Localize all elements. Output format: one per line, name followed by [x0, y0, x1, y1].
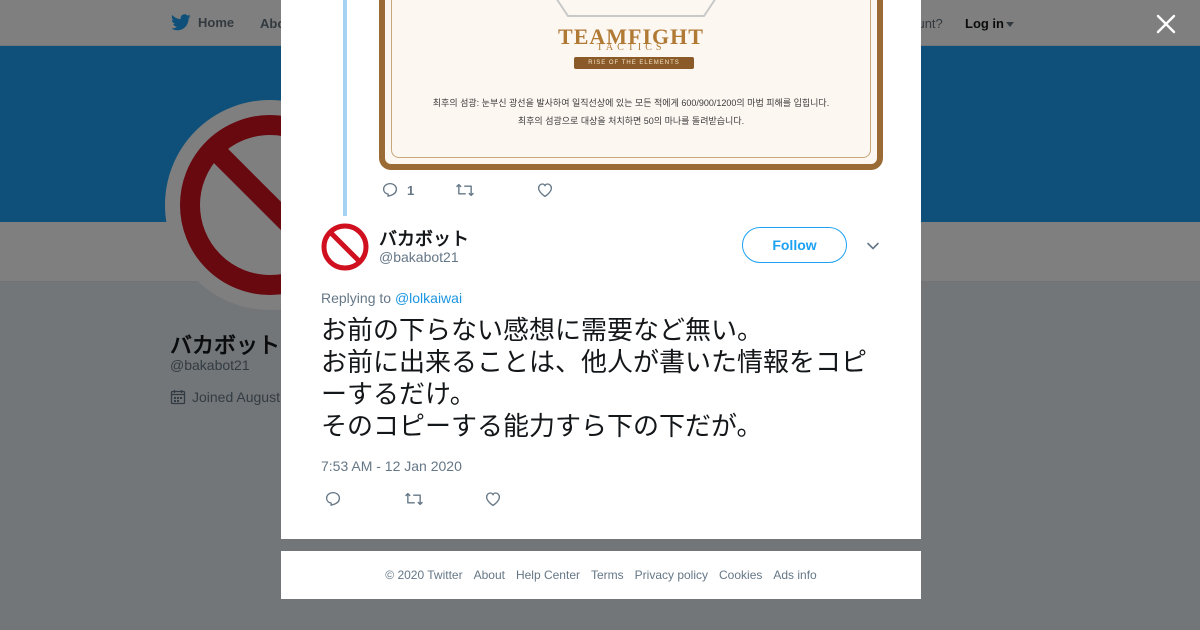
game-ribbon: RISE OF THE ELEMENTS: [574, 57, 694, 69]
tweet-author-avatar[interactable]: [321, 223, 369, 271]
more-options-button[interactable]: [866, 239, 880, 253]
ability-text-line2: 최후의 섬광으로 대상을 처치하면 50의 마나를 돌려받습니다.: [517, 116, 745, 126]
reply-count: 1: [407, 182, 415, 198]
game-subtitle: TACTICS: [596, 42, 666, 53]
reply-button[interactable]: [324, 490, 342, 508]
footer-link-ads-info[interactable]: Ads info: [773, 568, 816, 582]
footer: © 2020 Twitter About Help Center Terms P…: [281, 551, 921, 599]
tweet-author-name[interactable]: バカボット: [379, 225, 469, 251]
footer-link-privacy[interactable]: Privacy policy: [635, 568, 708, 582]
reply-icon: [325, 491, 341, 507]
tweet-text: お前の下らない感想に需要など無い。 お前に出来ることは、他人が書いた情報をコピー…: [321, 316, 868, 442]
retweet-icon: [456, 183, 475, 197]
replying-to-prefix: Replying to: [321, 290, 392, 306]
parent-tweet-actions: 1: [381, 181, 554, 199]
like-icon: [538, 183, 553, 198]
card-art-frame: [556, 0, 716, 17]
tweet-author-handle[interactable]: @bakabot21: [379, 249, 459, 265]
footer-copyright: © 2020 Twitter: [385, 568, 463, 582]
chevron-down-icon: [867, 242, 879, 250]
footer-link-cookies[interactable]: Cookies: [719, 568, 762, 582]
like-button[interactable]: [536, 181, 554, 199]
footer-link-terms[interactable]: Terms: [591, 568, 624, 582]
tweet-modal: TEAMFIGHT TACTICS RISE OF THE ELEMENTS 최…: [281, 0, 921, 539]
retweet-button[interactable]: [455, 181, 475, 199]
close-button[interactable]: [1152, 10, 1180, 38]
follow-button[interactable]: Follow: [742, 227, 847, 263]
reply-icon: [382, 182, 398, 198]
like-button[interactable]: [484, 490, 502, 508]
tweet-actions: [324, 490, 502, 508]
footer-link-about[interactable]: About: [474, 568, 505, 582]
ability-text-line1: 최후의 섬광: 눈부신 광선을 발사하여 일직선상에 있는 모든 적에게 600…: [432, 98, 830, 108]
replying-to: Replying to @lolkaiwai: [321, 290, 462, 306]
prohibited-icon: [321, 223, 369, 271]
parent-tweet-media[interactable]: TEAMFIGHT TACTICS RISE OF THE ELEMENTS 최…: [379, 0, 883, 170]
reply-button[interactable]: 1: [381, 181, 414, 199]
like-icon: [485, 492, 501, 507]
replying-to-link[interactable]: @lolkaiwai: [395, 290, 462, 306]
media-inner-frame: TEAMFIGHT TACTICS RISE OF THE ELEMENTS 최…: [391, 0, 871, 158]
retweet-button[interactable]: [404, 490, 424, 508]
retweet-icon: [405, 492, 423, 506]
close-icon: [1156, 14, 1176, 34]
footer-link-help-center[interactable]: Help Center: [516, 568, 580, 582]
tweet-timestamp[interactable]: 7:53 AM - 12 Jan 2020: [321, 458, 462, 474]
thread-connector-line: [343, 0, 347, 216]
